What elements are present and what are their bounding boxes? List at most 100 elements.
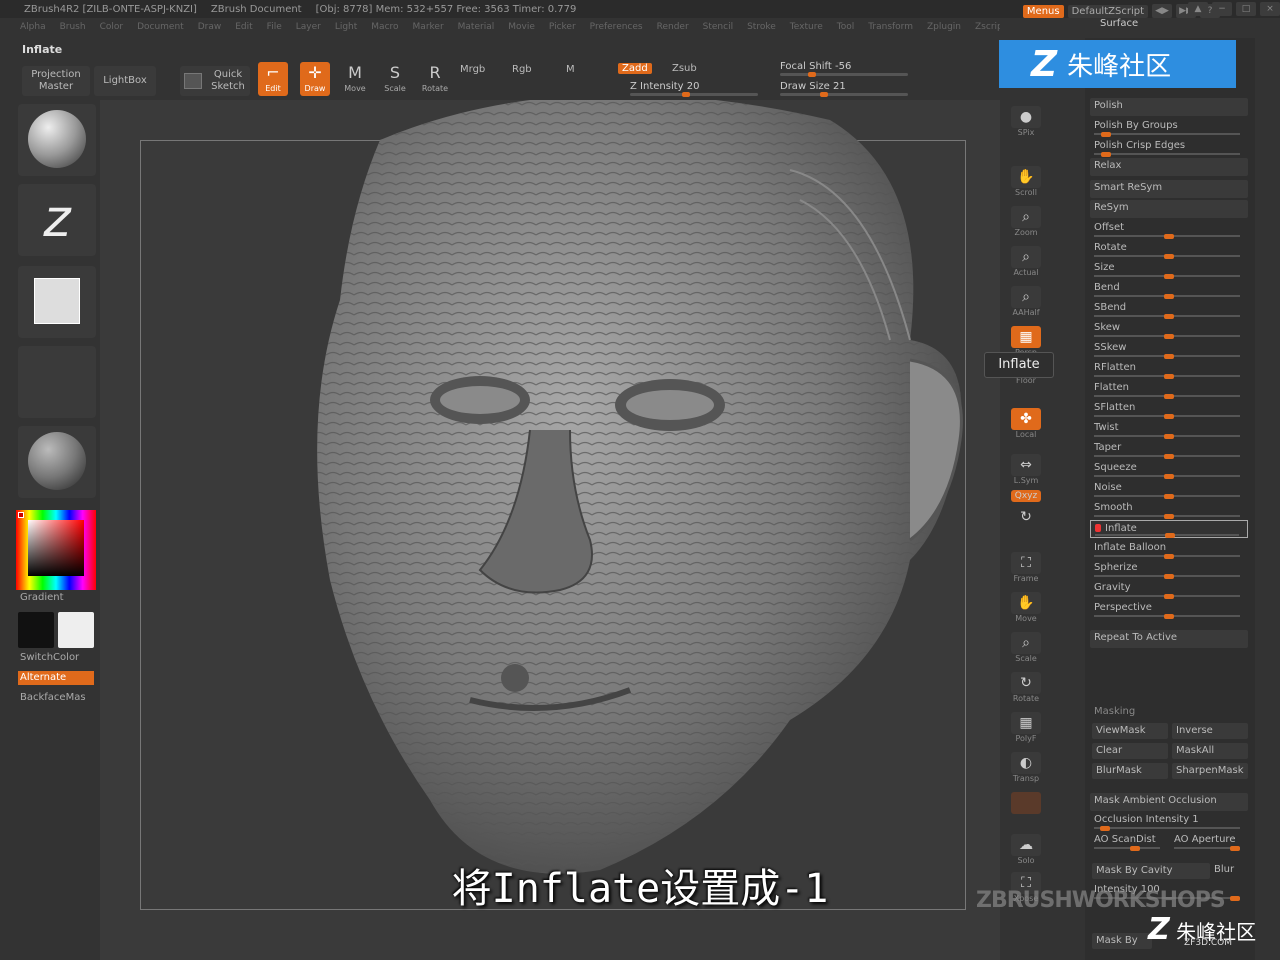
- slider-knob[interactable]: [1164, 274, 1174, 279]
- deform-noise-slider[interactable]: Noise: [1090, 480, 1248, 499]
- slider-knob[interactable]: [1164, 234, 1174, 239]
- masking-section-title[interactable]: Masking: [1090, 704, 1248, 722]
- slider-knob[interactable]: [1164, 394, 1174, 399]
- move-view-button[interactable]: ✋ Move: [1005, 590, 1047, 626]
- gradient-label[interactable]: Gradient: [20, 592, 64, 603]
- draw-size-knob[interactable]: [820, 92, 828, 97]
- aahalf-button[interactable]: ⌕ AAHalf: [1005, 284, 1047, 320]
- focal-shift-knob[interactable]: [808, 72, 816, 77]
- slider-knob[interactable]: [1164, 594, 1174, 599]
- deform-smooth-slider[interactable]: Smooth: [1090, 500, 1248, 519]
- color-picker-square[interactable]: [28, 520, 84, 576]
- slider-knob[interactable]: [1164, 474, 1174, 479]
- spix-button[interactable]: ● SPix: [1005, 104, 1047, 140]
- menu-marker[interactable]: Marker: [413, 22, 444, 38]
- z-intensity-knob[interactable]: [682, 92, 690, 97]
- deform-polish-crisp-edges-slider[interactable]: Polish Crisp Edges: [1090, 138, 1248, 157]
- mask-by-button[interactable]: Mask By: [1092, 933, 1152, 949]
- slider-knob[interactable]: [1164, 314, 1174, 319]
- ao-scandist-slider[interactable]: AO ScanDist: [1090, 832, 1168, 851]
- ao-aperture-slider[interactable]: AO Aperture: [1170, 832, 1248, 851]
- z-intensity-slider[interactable]: Z Intensity 20: [630, 80, 758, 97]
- projection-master-button[interactable]: Projection Master: [22, 66, 90, 96]
- deform-perspective-slider[interactable]: Perspective: [1090, 600, 1248, 619]
- slider-knob[interactable]: [1164, 414, 1174, 419]
- clear-mask-button[interactable]: Clear: [1092, 743, 1168, 759]
- sharpenmask-button[interactable]: SharpenMask: [1172, 763, 1248, 779]
- deform-spherize-slider[interactable]: Spherize: [1090, 560, 1248, 579]
- edit-mode-button[interactable]: ⌐ Edit: [258, 62, 288, 96]
- inverse-button[interactable]: Inverse: [1172, 723, 1248, 739]
- deform-resym-button[interactable]: ReSym: [1090, 200, 1248, 218]
- default-zscript-button[interactable]: DefaultZScript: [1067, 4, 1148, 18]
- slider-knob[interactable]: [1164, 454, 1174, 459]
- rotate-axis-button[interactable]: ↻: [1005, 504, 1047, 540]
- deform-sbend-slider[interactable]: SBend: [1090, 300, 1248, 319]
- repeat-to-active-button[interactable]: Repeat To Active: [1090, 630, 1248, 648]
- menu-texture[interactable]: Texture: [790, 22, 823, 38]
- ghost-button[interactable]: [1005, 790, 1047, 826]
- menu-file[interactable]: File: [267, 22, 282, 38]
- menu-layer[interactable]: Layer: [296, 22, 321, 38]
- color-picker[interactable]: [16, 510, 96, 590]
- scroll-button[interactable]: ✋ Scroll: [1005, 164, 1047, 200]
- zadd-button[interactable]: Zadd: [618, 63, 652, 74]
- rotate-mode-button[interactable]: R Rotate: [420, 62, 450, 96]
- slider-knob[interactable]: [1101, 152, 1111, 157]
- slider-knob[interactable]: [1164, 294, 1174, 299]
- menu-picker[interactable]: Picker: [549, 22, 576, 38]
- slider-knob[interactable]: [1165, 533, 1175, 538]
- menus-button[interactable]: Menus: [1022, 4, 1064, 18]
- menu-edit[interactable]: Edit: [235, 22, 252, 38]
- draw-mode-button[interactable]: ✛ Draw: [300, 62, 330, 96]
- scale-mode-button[interactable]: S Scale: [380, 62, 410, 96]
- slider-knob[interactable]: [1164, 354, 1174, 359]
- deform-sskew-slider[interactable]: SSkew: [1090, 340, 1248, 359]
- deform-twist-slider[interactable]: Twist: [1090, 420, 1248, 439]
- primary-color-swatch[interactable]: [18, 612, 54, 648]
- deform-polish-button[interactable]: Polish: [1090, 98, 1248, 116]
- menu-draw[interactable]: Draw: [198, 22, 222, 38]
- viewmask-button[interactable]: ViewMask: [1092, 723, 1168, 739]
- deform-rotate-slider[interactable]: Rotate: [1090, 240, 1248, 259]
- deform-size-slider[interactable]: Size: [1090, 260, 1248, 279]
- menu-zplugin[interactable]: Zplugin: [927, 22, 961, 38]
- menu-color[interactable]: Color: [100, 22, 124, 38]
- deform-skew-slider[interactable]: Skew: [1090, 320, 1248, 339]
- menu-stencil[interactable]: Stencil: [703, 22, 733, 38]
- draw-size-slider[interactable]: Draw Size 21: [780, 80, 908, 97]
- brush-selector[interactable]: [18, 104, 96, 176]
- zsub-button[interactable]: Zsub: [672, 63, 697, 74]
- frame-button[interactable]: ⛶ Frame: [1005, 550, 1047, 586]
- deform-taper-slider[interactable]: Taper: [1090, 440, 1248, 459]
- deform-offset-slider[interactable]: Offset: [1090, 220, 1248, 239]
- slider-knob[interactable]: [1164, 254, 1174, 259]
- switchcolor-button[interactable]: SwitchColor: [20, 652, 79, 663]
- deform-rflatten-slider[interactable]: RFlatten: [1090, 360, 1248, 379]
- scale-view-button[interactable]: ⌕ Scale: [1005, 630, 1047, 666]
- alpha-selector[interactable]: [18, 266, 96, 338]
- deform-bend-slider[interactable]: Bend: [1090, 280, 1248, 299]
- deform-inflate-balloon-slider[interactable]: Inflate Balloon: [1090, 540, 1248, 559]
- zoom-button[interactable]: ⌕ Zoom: [1005, 204, 1047, 240]
- polyf-button[interactable]: ▦ PolyF: [1005, 710, 1047, 746]
- slider-knob[interactable]: [1101, 132, 1111, 137]
- lock-icon[interactable]: ▲: [1188, 2, 1208, 16]
- restore-icon[interactable]: □: [1236, 2, 1256, 16]
- texture-selector[interactable]: [18, 346, 96, 418]
- deform-relax-button[interactable]: Relax: [1090, 158, 1248, 176]
- menu-macro[interactable]: Macro: [371, 22, 398, 38]
- minimize-icon[interactable]: −: [1212, 2, 1232, 16]
- slider-knob[interactable]: [1164, 574, 1174, 579]
- blurmask-button[interactable]: BlurMask: [1092, 763, 1168, 779]
- secondary-color-swatch[interactable]: [58, 612, 94, 648]
- deform-polish-by-groups-slider[interactable]: Polish By Groups: [1090, 118, 1248, 137]
- slider-knob[interactable]: [1164, 334, 1174, 339]
- deform-gravity-slider[interactable]: Gravity: [1090, 580, 1248, 599]
- local-button[interactable]: ✤ Local: [1005, 406, 1047, 442]
- maskall-button[interactable]: MaskAll: [1172, 743, 1248, 759]
- prev-arrow-icon[interactable]: ◀▶: [1152, 4, 1172, 18]
- slider-knob[interactable]: [1164, 514, 1174, 519]
- menu-material[interactable]: Material: [458, 22, 495, 38]
- menu-preferences[interactable]: Preferences: [590, 22, 643, 38]
